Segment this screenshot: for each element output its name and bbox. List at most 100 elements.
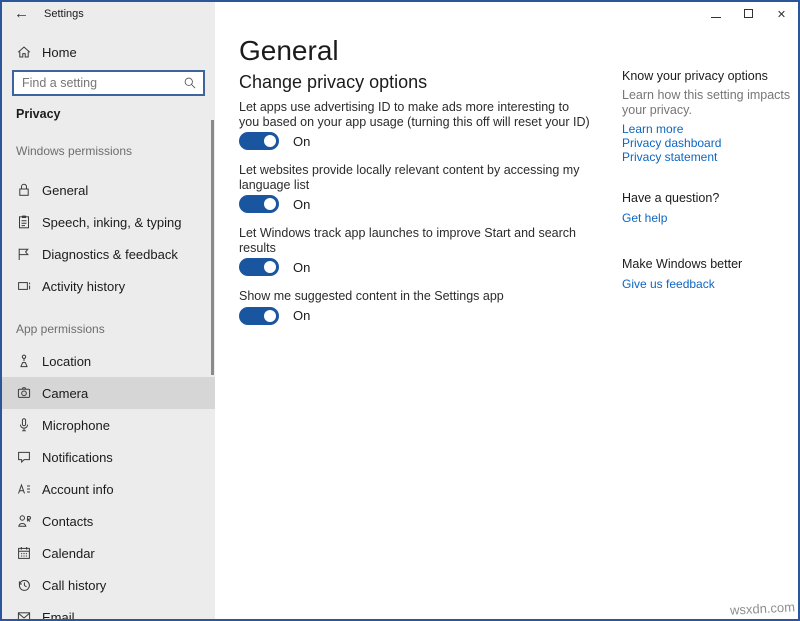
window-title: Settings: [44, 8, 84, 20]
search-box: [12, 70, 205, 96]
toggle-label: Let Windows track app launches to improv…: [239, 226, 591, 255]
sidebar-item-call-history[interactable]: Call history: [2, 569, 215, 601]
toggle-switch[interactable]: [239, 258, 279, 276]
toggle-row: On: [239, 258, 591, 276]
clipboard-icon: [16, 214, 32, 230]
sidebar-group-header: Windows permissions: [16, 144, 215, 158]
link-privacy-dashboard[interactable]: Privacy dashboard: [622, 136, 794, 150]
sidebar-item-activity-history[interactable]: Activity history: [2, 270, 215, 302]
location-icon: [16, 353, 32, 369]
sidebar-item-general[interactable]: General: [2, 174, 215, 206]
sidebar-section-title: Privacy: [16, 107, 215, 121]
setting-section: Show me suggested content in the Setting…: [239, 289, 591, 325]
sidebar-item-label: Calendar: [42, 546, 95, 561]
lock-icon: [16, 182, 32, 198]
sidebar-item-account-info[interactable]: Account info: [2, 473, 215, 505]
maximize-icon: [744, 5, 753, 23]
toggle-knob: [264, 310, 276, 322]
sidebar-item-diagnostics-feedback[interactable]: Diagnostics & feedback: [2, 238, 215, 270]
sidebar-item-label: Account info: [42, 482, 114, 497]
aside-links: Get help: [622, 211, 794, 225]
account-info-icon: [16, 481, 32, 497]
toggle-switch[interactable]: [239, 195, 279, 213]
sidebar-item-calendar[interactable]: Calendar: [2, 537, 215, 569]
toggle-knob: [264, 261, 276, 273]
toggle-state-label: On: [293, 260, 310, 275]
sidebar-item-label: Diagnostics & feedback: [42, 247, 178, 262]
sidebar-item-home[interactable]: Home: [16, 40, 215, 64]
sidebar-item-camera[interactable]: Camera: [2, 377, 215, 409]
search-icon: [183, 76, 197, 90]
maximize-button[interactable]: [732, 2, 765, 26]
aside-links: Learn morePrivacy dashboardPrivacy state…: [622, 122, 794, 164]
toggle-switch[interactable]: [239, 307, 279, 325]
sidebar-item-microphone[interactable]: Microphone: [2, 409, 215, 441]
link-give-us-feedback[interactable]: Give us feedback: [622, 277, 794, 291]
setting-section: Let apps use advertising ID to make ads …: [239, 100, 591, 150]
sidebar-item-location[interactable]: Location: [2, 345, 215, 377]
toggle-label: Let apps use advertising ID to make ads …: [239, 100, 591, 129]
sidebar-item-speech-inking-typing[interactable]: Speech, inking, & typing: [2, 206, 215, 238]
sidebar-group-items: General Speech, inking, & typing Diagnosti…: [2, 174, 215, 302]
aside-title: Know your privacy options: [622, 68, 794, 84]
setting-section: Let Windows track app launches to improv…: [239, 226, 591, 276]
aside-title: Make Windows better: [622, 256, 794, 272]
toggle-row: On: [239, 195, 591, 213]
toggle-label: Let websites provide locally relevant co…: [239, 163, 591, 192]
email-icon: [16, 609, 32, 619]
toggle-state-label: On: [293, 197, 310, 212]
calendar-icon: [16, 545, 32, 561]
contacts-icon: [16, 513, 32, 529]
search-input[interactable]: [14, 72, 203, 94]
section-heading: Change privacy options: [239, 72, 427, 93]
close-button[interactable]: ✕: [765, 2, 798, 26]
toggle-knob: [264, 198, 276, 210]
sidebar-item-label: Contacts: [42, 514, 93, 529]
sidebar-item-label: Email: [42, 610, 75, 620]
sidebar-item-label: Location: [42, 354, 91, 369]
settings-window: ← Settings Home Privacy Windows permissi…: [0, 0, 800, 621]
activity-history-icon: [16, 278, 32, 294]
microphone-icon: [16, 417, 32, 433]
link-get-help[interactable]: Get help: [622, 211, 794, 225]
close-icon: ✕: [777, 5, 786, 23]
sidebar-item-label: Activity history: [42, 279, 125, 294]
sidebar-scrollbar-thumb[interactable]: [211, 120, 214, 375]
link-privacy-statement[interactable]: Privacy statement: [622, 150, 794, 164]
sidebar-item-label: Microphone: [42, 418, 110, 433]
sidebar-item-label: Camera: [42, 386, 88, 401]
camera-icon: [16, 385, 32, 401]
sidebar-item-notifications[interactable]: Notifications: [2, 441, 215, 473]
aside-block: Have a question?Get help: [622, 190, 794, 225]
minimize-icon: [711, 5, 721, 23]
sidebar-item-email[interactable]: Email: [2, 601, 215, 619]
sidebar-groups: Windows permissions General Speech, inking…: [2, 144, 215, 619]
toggle-row: On: [239, 307, 591, 325]
call-history-icon: [16, 577, 32, 593]
aside-block: Make Windows better Give us feedback: [622, 256, 794, 291]
toggle-label: Show me suggested content in the Setting…: [239, 289, 591, 304]
toggle-state-label: On: [293, 308, 310, 323]
main-content: ✕ General Change privacy options Let app…: [215, 2, 798, 619]
sidebar-item-label: Speech, inking, & typing: [42, 215, 181, 230]
notifications-icon: [16, 449, 32, 465]
sidebar: ← Settings Home Privacy Windows permissi…: [2, 2, 215, 619]
aside-block: Know your privacy optionsLearn how this …: [622, 68, 794, 164]
link-learn-more[interactable]: Learn more: [622, 122, 794, 136]
watermark: wsxdn.com: [730, 599, 796, 617]
back-button[interactable]: ←: [14, 4, 29, 24]
sidebar-group-header: App permissions: [16, 322, 215, 336]
minimize-button[interactable]: [699, 2, 732, 26]
sidebar-item-label: Home: [42, 45, 77, 60]
toggle-switch[interactable]: [239, 132, 279, 150]
page-title: General: [239, 35, 339, 67]
aside-links: Give us feedback: [622, 277, 794, 291]
toggle-list: Let apps use advertising ID to make ads …: [239, 100, 591, 338]
sidebar-item-label: Call history: [42, 578, 106, 593]
aside-column: Know your privacy optionsLearn how this …: [622, 68, 794, 291]
window-controls: ✕: [699, 2, 798, 26]
sidebar-group-items: Location Camera Microphone Notifications Acc…: [2, 345, 215, 619]
setting-section: Let websites provide locally relevant co…: [239, 163, 591, 213]
toggle-state-label: On: [293, 134, 310, 149]
sidebar-item-contacts[interactable]: Contacts: [2, 505, 215, 537]
